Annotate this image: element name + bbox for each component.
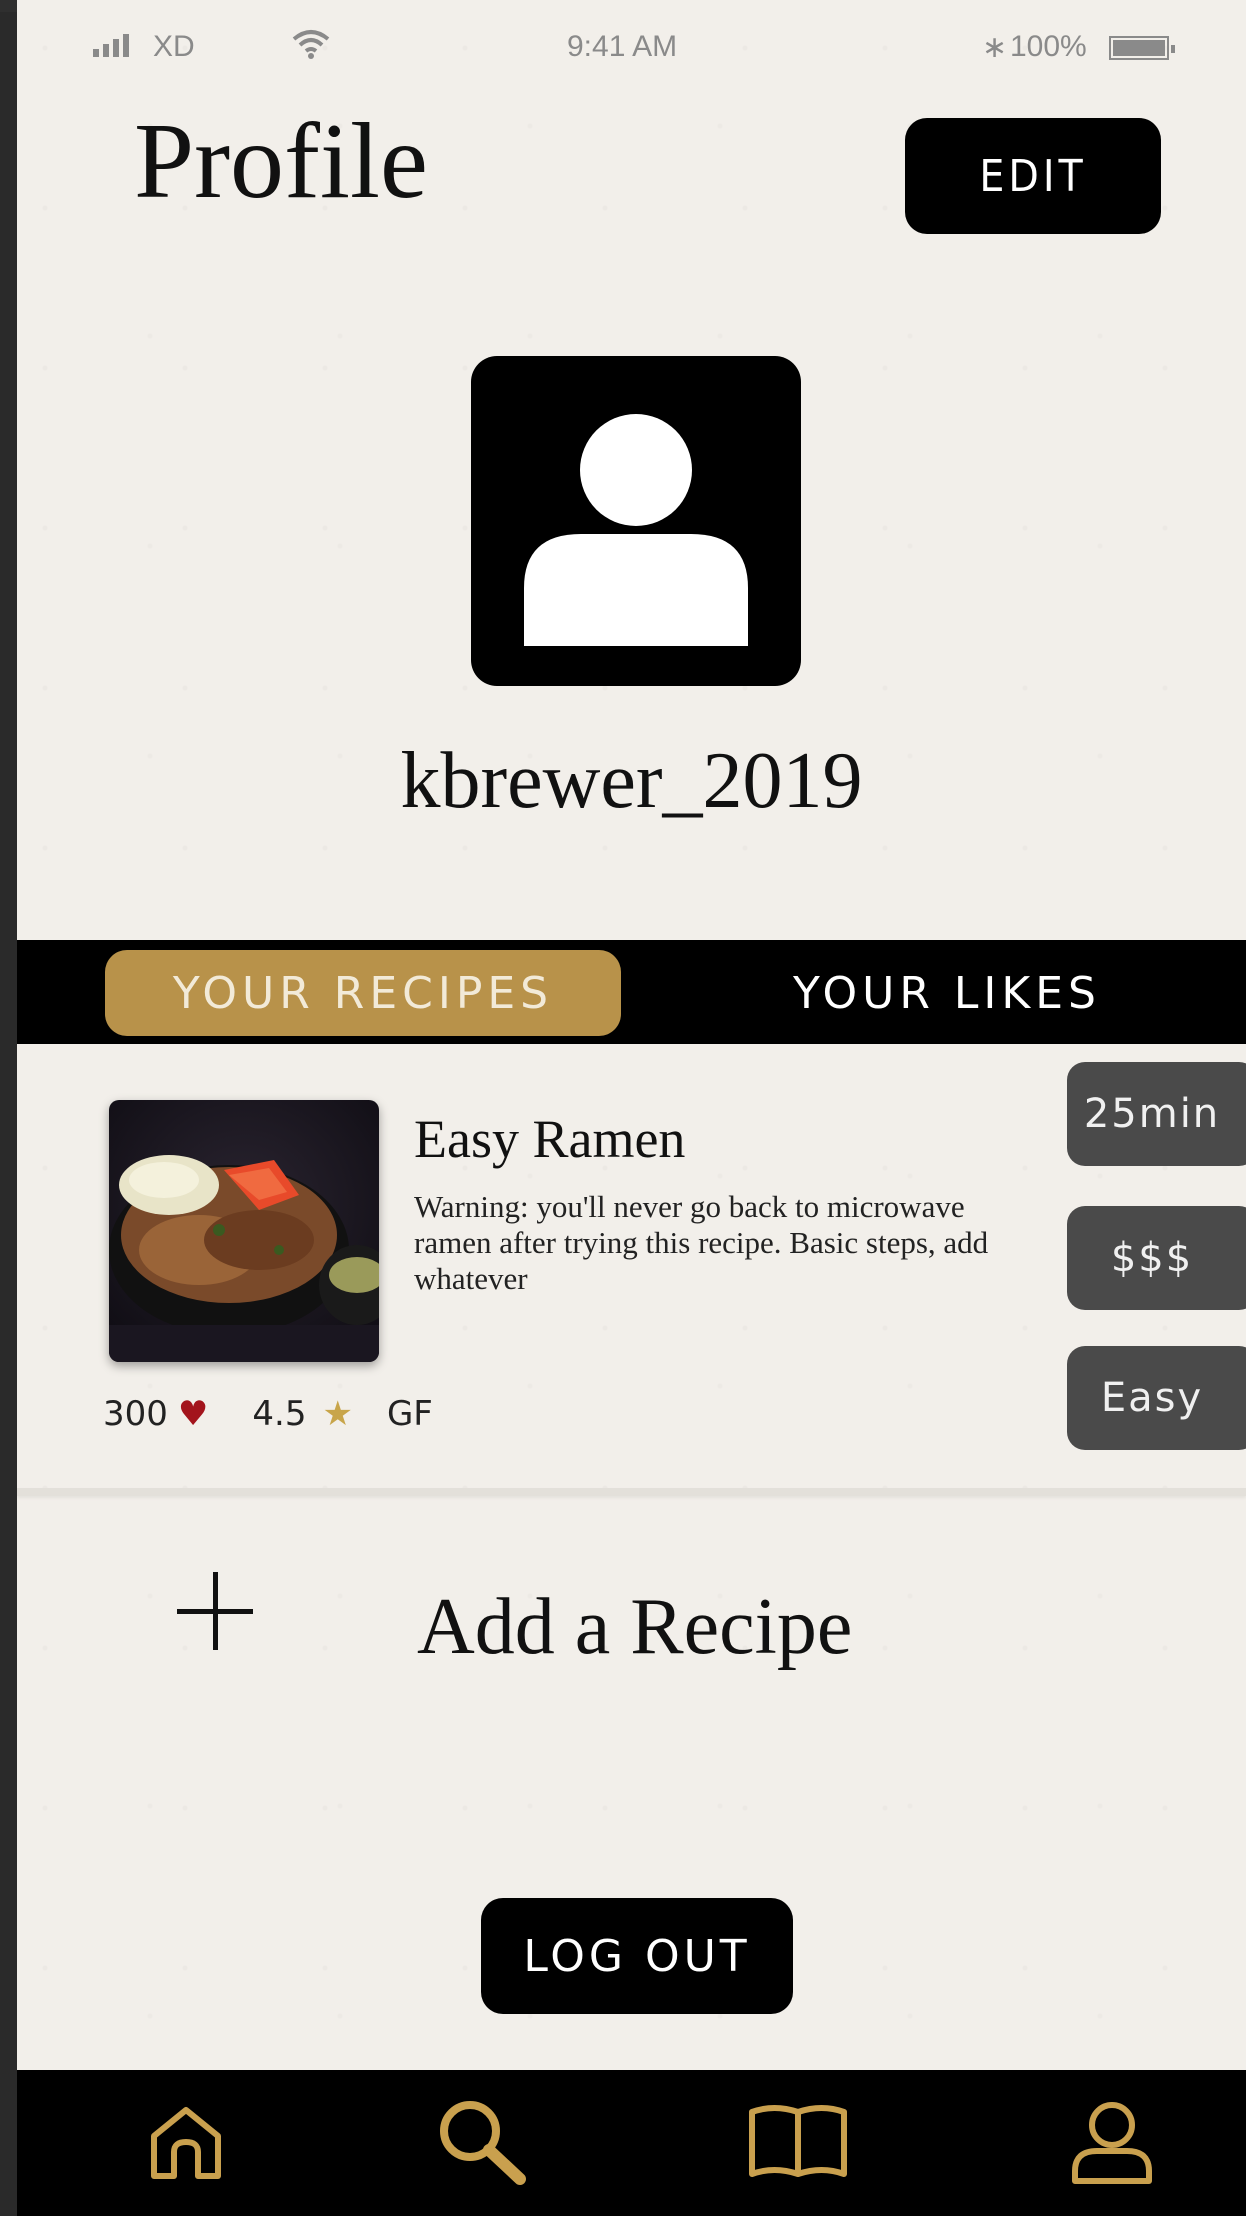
recipe-card[interactable]: Easy Ramen Warning: you'll never go back… <box>17 1044 1246 1492</box>
home-icon <box>151 2107 221 2179</box>
nav-search[interactable] <box>427 2092 537 2192</box>
likes-count: 300 <box>103 1394 168 1434</box>
nav-recipes[interactable] <box>743 2092 853 2192</box>
page-title: Profile <box>134 102 428 221</box>
signal-icon <box>93 34 129 57</box>
carrier-label: XD <box>153 30 195 63</box>
heart-icon[interactable]: ♥ <box>178 1394 208 1434</box>
logout-button[interactable]: LOG OUT <box>481 1898 793 2014</box>
tab-your-recipes[interactable]: YOUR RECIPES <box>105 950 621 1036</box>
nav-home[interactable] <box>131 2092 241 2192</box>
bottom-nav <box>17 2070 1246 2216</box>
price-chip: $$$ <box>1067 1206 1246 1310</box>
user-icon <box>1072 2102 1152 2184</box>
nav-profile[interactable] <box>1057 2092 1167 2192</box>
divider <box>17 1488 1246 1496</box>
status-bar: XD 9:41 AM ∗ 100% <box>17 28 1246 72</box>
battery-percent: 100% <box>1010 30 1087 63</box>
username: kbrewer_2019 <box>400 737 863 825</box>
plus-icon[interactable] <box>177 1568 267 1658</box>
book-icon <box>749 2105 847 2177</box>
clock: 9:41 AM <box>567 30 678 63</box>
recipe-thumbnail[interactable] <box>109 1100 379 1362</box>
tab-your-likes[interactable]: YOUR LIKES <box>737 950 1157 1036</box>
rating-value: 4.5 <box>252 1394 307 1434</box>
recipe-title[interactable]: Easy Ramen <box>414 1108 685 1170</box>
add-recipe-button[interactable]: Add a Recipe <box>417 1582 852 1673</box>
recipe-description: Warning: you'll never go back to microwa… <box>414 1189 989 1296</box>
app-screen: XD 9:41 AM ∗ 100% Profile EDIT kbrewer_2… <box>17 0 1246 2216</box>
wifi-icon <box>291 28 331 68</box>
bluetooth-icon: ∗ <box>982 31 1008 64</box>
star-icon: ★ <box>322 1394 353 1434</box>
battery-icon <box>1109 36 1175 60</box>
tab-bar: YOUR RECIPES YOUR LIKES <box>17 940 1246 1044</box>
difficulty-chip: Easy <box>1067 1346 1246 1450</box>
user-avatar-icon <box>524 414 748 646</box>
time-chip: 25min <box>1067 1062 1246 1166</box>
search-icon <box>440 2101 526 2185</box>
edit-button[interactable]: EDIT <box>905 118 1161 234</box>
avatar[interactable] <box>471 356 801 686</box>
recipe-stats: 300 ♥ 4.5 ★ GF <box>103 1394 433 1434</box>
diet-tag: GF <box>386 1394 433 1434</box>
